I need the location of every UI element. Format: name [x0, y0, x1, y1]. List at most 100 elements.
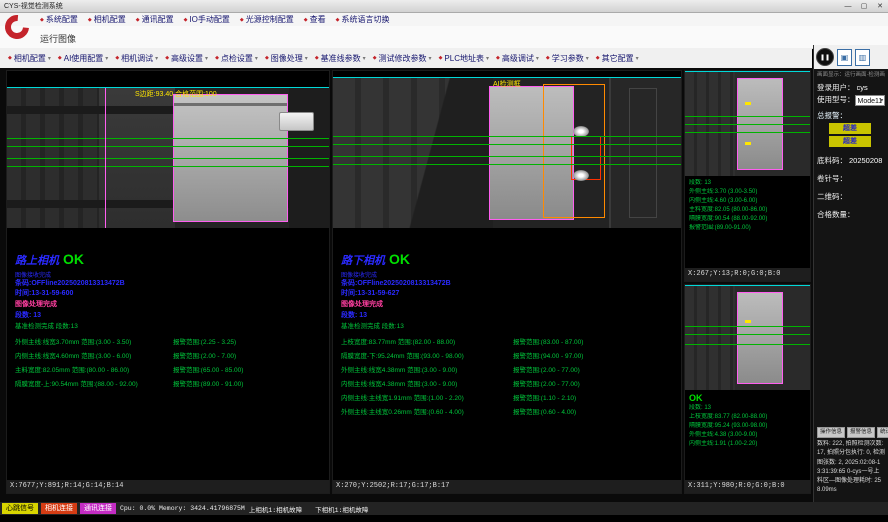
menu-item[interactable]: 查看: [304, 14, 326, 25]
tab-run-image[interactable]: 运行图像: [40, 32, 76, 45]
sidebar-fields: 底料码： 20250208 卷针号： 二维码： 合格数量：: [817, 155, 885, 227]
camera-view-small-bottom[interactable]: OK 段数: 13上枝宽度:83.77 (82.00-88.00)隔膜宽度:95…: [684, 284, 811, 494]
tab-connector: [279, 112, 314, 131]
marker-dot: [745, 320, 751, 323]
measure-value: 外侧主线:线宽4.38mm 范围:(3.00 - 9.00): [341, 364, 513, 378]
toolbar-item[interactable]: 基准线参数: [315, 53, 366, 64]
toolbar-item[interactable]: 其它配置: [596, 53, 639, 64]
result-panel-right: 路下相机 OK 图像接收完成 条码:OFFline202502081331347…: [341, 251, 679, 420]
alarm-range: 报警范围:(1.10 - 2.10): [513, 392, 679, 406]
time-text: 时间:13-31-59-600: [15, 289, 327, 299]
toolbar-item[interactable]: 图像处理: [265, 53, 308, 64]
toolbar-item[interactable]: 点检设置: [215, 53, 258, 64]
measure-line: [685, 132, 810, 133]
toolbar-item[interactable]: 学习参数: [546, 53, 589, 64]
field-row: 合格数量：: [817, 209, 885, 221]
device-monitor-button[interactable]: ▥: [855, 49, 870, 66]
camera-image-right[interactable]: AI检测框: [333, 77, 681, 228]
toolbar-item[interactable]: 测试修改参数: [373, 53, 432, 64]
toolbar-item[interactable]: 相机调试: [115, 53, 158, 64]
measure-line: [685, 334, 810, 335]
process-status: 图像处理完成: [15, 299, 327, 310]
toolbar-item[interactable]: AI使用配置: [58, 53, 108, 64]
alarm-status-badge: 超差: [829, 123, 871, 134]
camera-view-left[interactable]: S边距:93.40 合格范围:100 路上相机 OK 图像接收完成 条码:OFF…: [6, 70, 330, 494]
menu-item[interactable]: 系统配置: [40, 14, 78, 25]
measure-line: [333, 164, 681, 165]
ai-box-label: AI检测框: [493, 79, 521, 89]
measure-line: [333, 136, 681, 137]
measure-row: 内侧主线:主线宽1.91mm 范围:(1.00 - 2.20) 报警范围:(1.…: [341, 392, 679, 406]
login-value: cys: [857, 82, 868, 94]
alarm-range: 报警范围:(2.00 - 7.00): [173, 350, 327, 364]
status-badge: 心跳信号: [2, 503, 38, 514]
menu-item[interactable]: IO手动配置: [184, 14, 230, 25]
window-controls: — ▢ ✕: [840, 1, 888, 12]
camera-image-left[interactable]: S边距:93.40 合格范围:100: [7, 87, 329, 228]
calibration-line: [217, 87, 287, 88]
info-tab[interactable]: 报警信息: [847, 427, 875, 438]
measure-value: 上枝宽度:83.77mm 范围:(82.00 - 88.00): [341, 336, 513, 350]
measure-line: [7, 158, 329, 159]
field-label: 卷针号：: [817, 173, 847, 185]
field-label: 二维码：: [817, 191, 847, 203]
measure-line: [333, 156, 681, 157]
toolbar-item[interactable]: PLC地址表: [439, 53, 489, 64]
sidebar-controls: ▣ ▥: [814, 45, 888, 69]
measure-value: 外侧主线:主线宽0.26mm 范围:(0.60 - 4.00): [341, 406, 513, 420]
close-button[interactable]: ✕: [872, 1, 888, 12]
measure-row: 外侧主线:线宽3.70mm 范围:(3.00 - 3.50) 报警范围:(2.2…: [15, 336, 327, 350]
camera-snapshot-button[interactable]: ▣: [837, 49, 852, 66]
field-row: 卷针号：: [817, 173, 885, 185]
measure-line-text: 隔膜宽度:95.24 (93.00-98.00): [689, 422, 808, 431]
status-badge: 通讯连接: [80, 503, 116, 514]
camera-name: 路上相机: [15, 252, 59, 268]
login-label: 登录用户：: [817, 82, 855, 94]
camera-view-small-top[interactable]: 段数: 13外侧主线:3.70 (3.00-3.50)内侧主线:4.60 (3.…: [684, 70, 811, 282]
field-row: 底料码： 20250208: [817, 155, 885, 167]
measure-line-text: 外侧主线:3.70 (3.00-3.50): [689, 188, 808, 197]
minimize-button[interactable]: —: [840, 1, 856, 12]
time-text: 时间:13-31-59-627: [341, 289, 679, 299]
toolbar-item[interactable]: 高级调试: [496, 53, 539, 64]
camera-image-small-top[interactable]: [685, 71, 810, 176]
segment-count: 段数: 13: [15, 310, 327, 321]
info-tab[interactable]: 操作信息: [817, 427, 845, 438]
field-label: 底料码：: [817, 155, 847, 167]
pause-button[interactable]: [816, 48, 834, 66]
status-badge: 相机连接: [41, 503, 77, 514]
toolbar-item[interactable]: 相机配置: [8, 53, 51, 64]
measure-row: 内侧主线:线宽4.38mm 范围:(3.00 - 9.00) 报警范围:(2.0…: [341, 378, 679, 392]
model-row: 使用型号： Mode11: [817, 94, 885, 106]
alarm-range: 报警范围:(89.00 - 91.00): [173, 378, 327, 392]
info-tab[interactable]: 统计信息: [877, 427, 888, 438]
view-mode-hint: 画面显示：运行画面·检测画面: [817, 71, 885, 79]
menu-item[interactable]: 相机配置: [88, 14, 126, 25]
alarm-range: 报警范围:(2.25 - 3.25): [173, 336, 327, 350]
maximize-button[interactable]: ▢: [856, 1, 872, 12]
alarm-range: 报警范围:(0.60 - 4.00): [513, 406, 679, 420]
info-tabs: 操作信息报警信息统计信息: [817, 427, 885, 438]
result-panel-left: 路上相机 OK 图像接收完成 条码:OFFline202502081331347…: [15, 251, 327, 392]
pixel-coords-left: X:7677;Y:891;R:14;G:14;B:14: [7, 479, 329, 493]
measure-value: 主料宽度:82.05mm 范围:(80.00 - 86.00): [15, 364, 173, 378]
camera-image-small-bottom[interactable]: [685, 285, 810, 390]
sidebar: ▣ ▥ 画面显示：运行画面·检测画面 登录用户： cys 使用型号： Mode1…: [813, 45, 888, 502]
measure-value: 内侧主线:主线宽1.91mm 范围:(1.00 - 2.20): [341, 392, 513, 406]
menu-item[interactable]: 系统语言切换: [336, 14, 390, 25]
measure-row: 主料宽度:82.05mm 范围:(80.00 - 86.00) 报警范围:(65…: [15, 364, 327, 378]
menu-item[interactable]: 通讯配置: [136, 14, 174, 25]
camera-view-right[interactable]: AI检测框 路下相机 OK 图像接收完成 条码:OFFline202502081…: [332, 70, 682, 494]
toolbar-item[interactable]: 高级设置: [165, 53, 208, 64]
measure-value: 隔膜宽度-上:90.54mm 范围:(88.00 - 92.00): [15, 378, 173, 392]
process-status: 图像处理完成: [341, 299, 679, 310]
edge-marker-line: [105, 88, 106, 228]
measure-line-text: 主料宽度:82.05 (80.00-86.00): [689, 206, 808, 215]
login-row: 登录用户： cys: [817, 82, 885, 94]
measure-line: [333, 144, 681, 145]
measure-line: [685, 326, 810, 327]
menu-item[interactable]: 光源控制配置: [240, 14, 294, 25]
model-select[interactable]: Mode11: [855, 95, 886, 106]
measure-row: 隔膜宽度-下:95.24mm 范围:(93.00 - 98.00) 报警范围:(…: [341, 350, 679, 364]
status-badges: 心跳信号相机连接通讯连接: [2, 503, 116, 514]
